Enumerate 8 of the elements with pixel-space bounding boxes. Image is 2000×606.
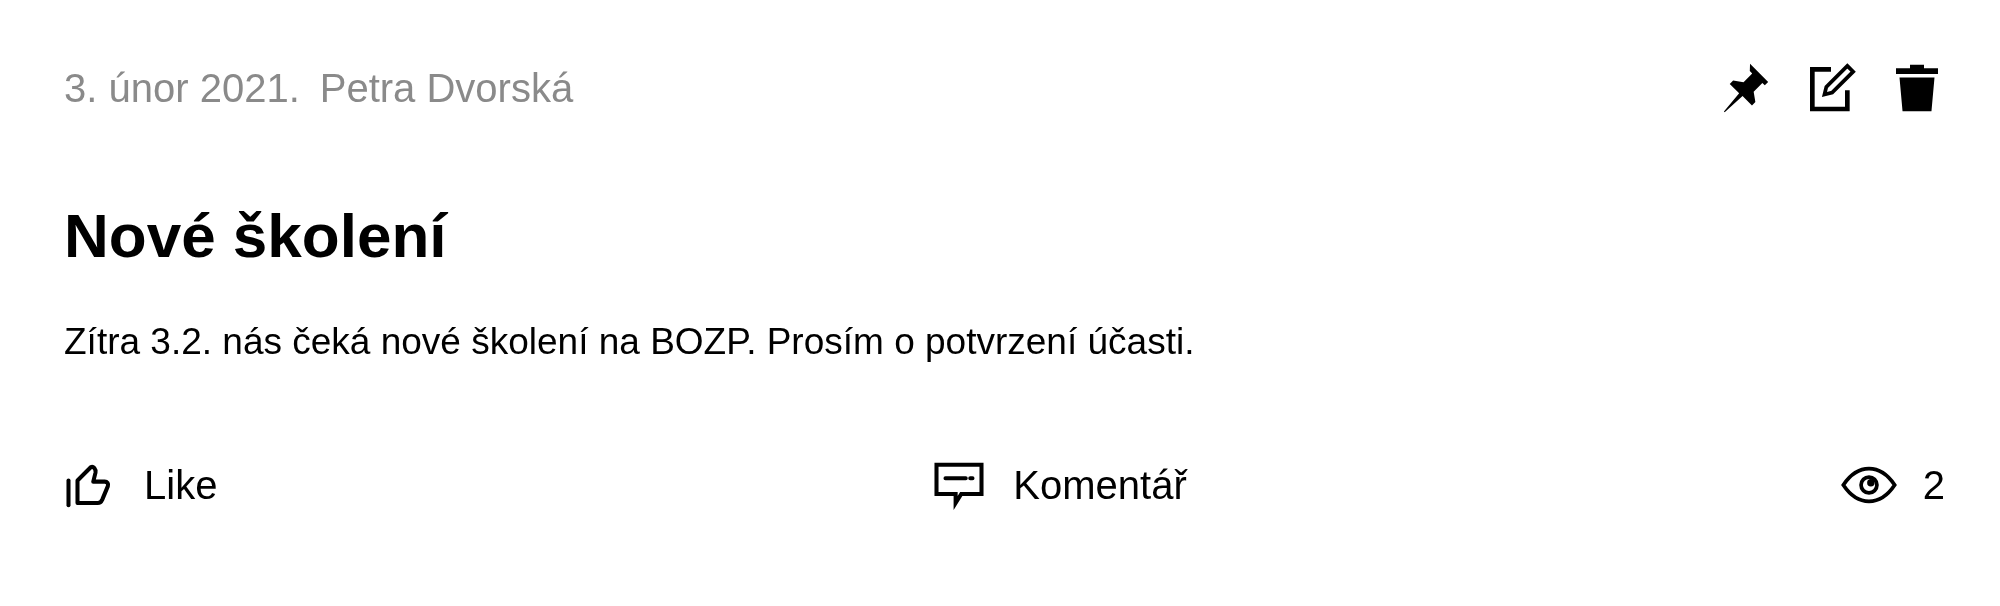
post-author: Petra Dvorská bbox=[319, 65, 574, 111]
eye-icon bbox=[1840, 465, 1897, 505]
post-title: Nové školení bbox=[64, 200, 449, 272]
post-date: 3. únor 2021. bbox=[64, 65, 300, 111]
views-button[interactable]: 2 bbox=[1840, 458, 1945, 512]
post-body: Zítra 3.2. nás čeká nové školení na BOZP. Prosím o potvrzení účasti. bbox=[64, 320, 1196, 364]
like-button[interactable]: Like bbox=[64, 458, 218, 512]
comment-button[interactable]: Komentář bbox=[931, 458, 1187, 512]
